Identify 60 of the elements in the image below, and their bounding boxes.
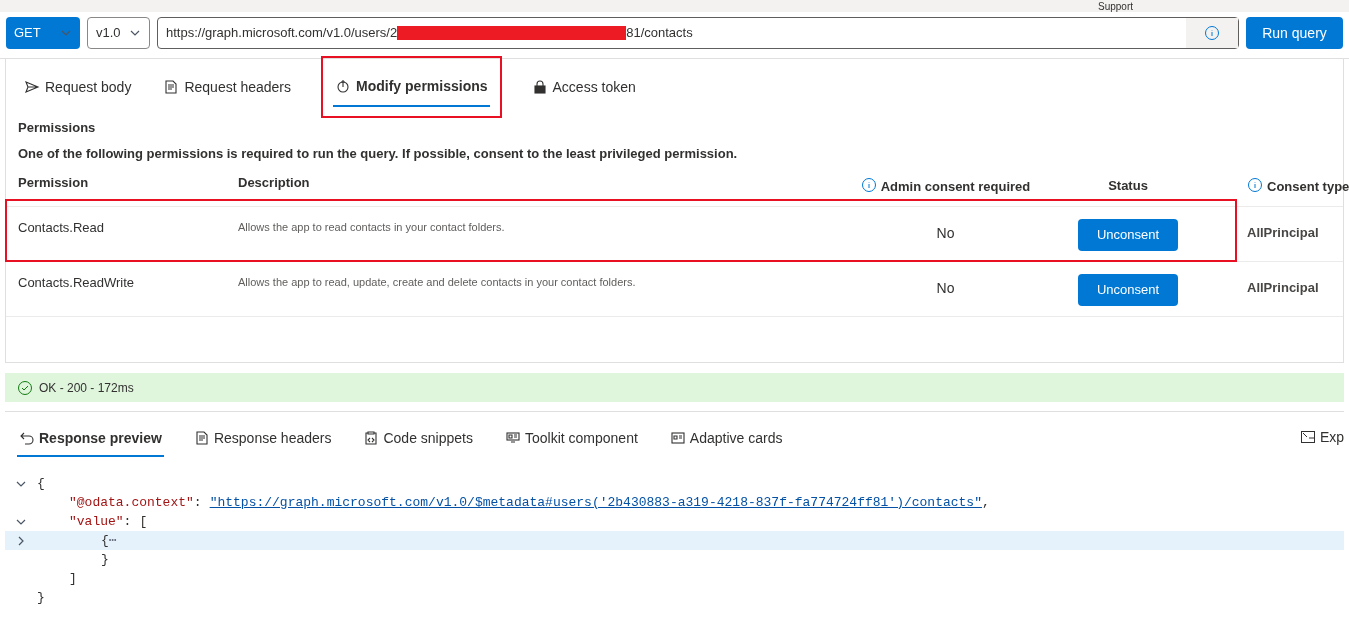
card-icon [669,430,686,446]
unconsent-button[interactable]: Unconsent [1078,274,1178,306]
info-icon [1247,177,1263,193]
undo-icon [19,430,35,446]
url-field[interactable]: https://graph.microsoft.com/v1.0/users/2 81/contacts [157,17,1239,49]
permission-name: Contacts.Read [18,219,105,237]
method-dropdown[interactable]: GET [6,17,80,49]
json-bracket: } [37,589,45,605]
column-header: Description [238,174,310,192]
admin-consent-value: No [935,224,956,243]
expand-icon [1299,429,1316,445]
json-comma: , [981,493,990,512]
admin-consent-value: No [935,279,956,298]
info-icon [1204,25,1220,41]
response-tab[interactable]: Toolkit component [503,421,640,457]
json-link-value[interactable]: "https://graph.microsoft.com/v1.0/$metadata#users('2b430883-a319-4218-837f-fa774724ff81')/contacts" [209,492,982,513]
json-key: "@odata.context" [69,492,194,513]
info-icon [860,177,877,193]
status-text: OK - 200 - 172ms [39,379,134,397]
request-tab[interactable]: Request headers [161,68,294,108]
permission-description: Allows the app to read contacts in your contact folders. [238,220,506,235]
check-circle-icon [17,379,33,396]
component-icon [505,430,521,446]
document-icon [163,79,180,95]
json-bracket: ] [69,570,77,586]
json-bracket: { [37,474,45,493]
response-tab[interactable]: Response headers [191,421,334,457]
section-title: Permissions [18,119,97,137]
response-tab[interactable]: Response preview [17,421,164,457]
json-colon: : [193,493,202,512]
column-header: Permission [18,174,89,192]
consent-type-value: AllPrincipal [1247,224,1320,242]
lock-icon [531,79,548,95]
expand-button[interactable]: Exp [1299,426,1344,448]
version-dropdown[interactable]: v1.0 [87,17,150,49]
column-header: Admin consent required [880,178,1031,196]
json-bracket: } [101,551,109,567]
json-bracket: { [101,531,109,550]
permission-description: Allows the app to read, update, create and delete contacts in your contact folders. [238,275,637,290]
clipboard-icon [363,430,380,446]
json-bracket: [ [139,512,148,531]
collapsed-ellipsis[interactable]: ⋯ [108,530,117,551]
response-tab[interactable]: Adaptive cards [667,421,785,457]
response-tab[interactable]: Code snippets [361,421,475,457]
request-tab[interactable]: Access token [529,68,638,108]
column-header: Status [1108,177,1148,195]
url-text: 81/contacts [626,24,693,43]
json-key: "value" [69,511,124,532]
column-header: Consent type [1267,178,1349,196]
url-text: https://graph.microsoft.com/v1.0/users/2 [166,24,398,43]
support-link[interactable]: Support [1097,1,1133,12]
document-icon [193,430,210,446]
consent-type-value: AllPrincipal [1247,279,1320,297]
permission-name: Contacts.ReadWrite [18,274,136,292]
request-tab[interactable]: Request body [22,68,134,108]
unconsent-button[interactable]: Unconsent [1078,219,1178,251]
permissions-note: One of the following permissions is required to run the query. If possible, consent to the least privileged permission. [18,144,739,163]
run-query-button[interactable]: Run query [1246,17,1343,49]
send-icon [24,79,40,95]
json-colon: : [123,512,132,531]
